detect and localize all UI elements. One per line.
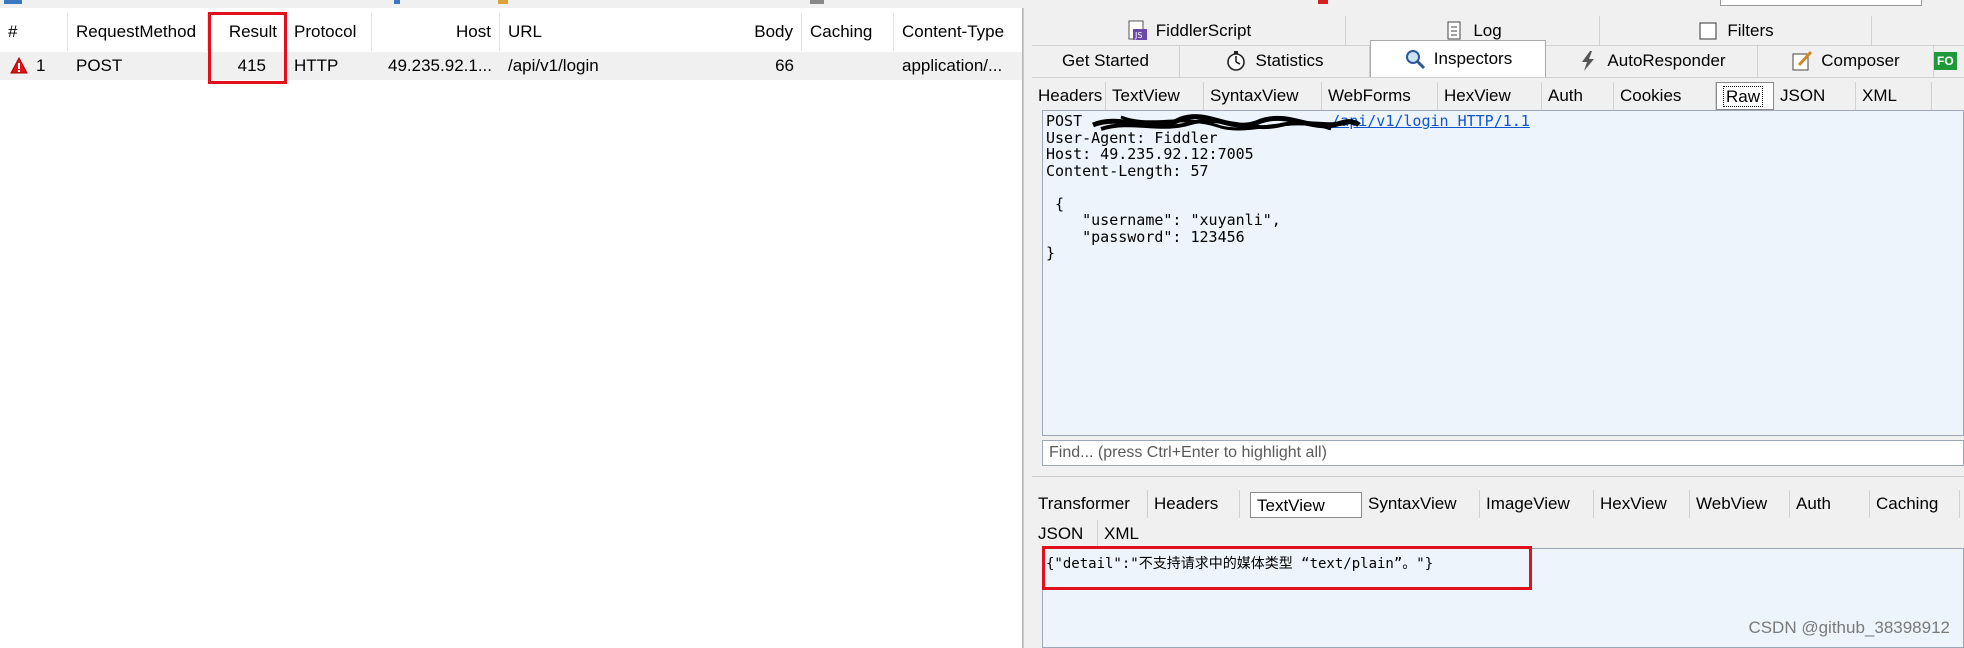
column-header-content-type[interactable]: Content-Type	[894, 13, 1022, 51]
tab-log-label: Log	[1473, 20, 1502, 40]
request-tab-hexview[interactable]: HexView	[1438, 82, 1542, 110]
request-raw-textarea[interactable]: POST /api/v1/login HTTP/1.1 User-Agent: …	[1042, 110, 1964, 436]
find-input[interactable]: Find... (press Ctrl+Enter to highlight a…	[1042, 440, 1964, 466]
request-tab-xml[interactable]: XML	[1856, 82, 1932, 110]
table-row[interactable]: 1 POST 415 HTTP 49.235.92.1... /api/v1/l…	[0, 52, 1022, 80]
request-tab-json[interactable]: JSON	[1774, 82, 1856, 110]
request-method: POST	[1046, 112, 1083, 130]
response-tab-caching[interactable]: Caching	[1870, 490, 1960, 518]
fo-badge-icon: FO	[1934, 52, 1957, 70]
response-tab-xml[interactable]: XML	[1098, 520, 1164, 548]
result-highlight-box	[208, 12, 287, 84]
response-tab-textview[interactable]: TextView	[1250, 492, 1362, 518]
redaction-scribble	[1092, 114, 1361, 131]
session-list-header: # RequestMethod Result Protocol Host URL…	[0, 13, 1022, 51]
inspector-pane: JS FiddlerScript Log Filters Get Started…	[1032, 8, 1964, 648]
response-inspector-tabs-row2: JSON XML	[1032, 520, 1964, 548]
column-header-host[interactable]: Host	[372, 13, 500, 51]
response-tab-json[interactable]: JSON	[1032, 520, 1098, 548]
request-body-line: {	[1046, 194, 1065, 213]
session-body: 66	[775, 56, 794, 75]
watermark: CSDN @github_38398912	[1748, 618, 1950, 637]
response-tab-headers[interactable]: Headers	[1148, 490, 1240, 518]
tab-filters-label: Filters	[1727, 20, 1774, 40]
session-host: 49.235.92.1...	[388, 56, 492, 75]
request-header-line: Host: 49.235.92.12:7005	[1046, 145, 1254, 163]
response-tab-hexview[interactable]: HexView	[1594, 490, 1690, 518]
response-highlight-box	[1042, 546, 1532, 590]
request-tab-auth[interactable]: Auth	[1542, 82, 1614, 110]
session-list: # RequestMethod Result Protocol Host URL…	[0, 8, 1023, 648]
fiddler-window: # RequestMethod Result Protocol Host URL…	[0, 0, 1964, 648]
warning-icon	[10, 57, 28, 74]
response-inspector-tabs: Transformer Headers TextView SyntaxView …	[1032, 490, 1964, 518]
tab-composer-label: Composer	[1821, 51, 1900, 70]
session-number: 1	[36, 56, 46, 75]
request-tab-cookies[interactable]: Cookies	[1614, 82, 1716, 110]
session-protocol: HTTP	[294, 56, 339, 75]
response-tab-syntaxview[interactable]: SyntaxView	[1362, 490, 1480, 518]
response-tab-transformer[interactable]: Transformer	[1032, 490, 1148, 518]
top-tab-row-2: Get Started Statistics Inspectors AutoRe…	[1032, 40, 1964, 78]
tab-statistics-label: Statistics	[1255, 51, 1324, 70]
tab-overflow[interactable]	[1872, 16, 1964, 45]
session-url: /api/v1/login	[508, 56, 599, 75]
response-tab-imageview[interactable]: ImageView	[1480, 490, 1594, 518]
request-tab-raw-label: Raw	[1723, 86, 1764, 107]
compose-icon	[1792, 50, 1813, 71]
response-tab-auth[interactable]: Auth	[1790, 490, 1870, 518]
log-icon	[1447, 21, 1461, 39]
column-header-number[interactable]: #	[0, 13, 68, 51]
request-header-line: Content-Length: 57	[1046, 161, 1209, 180]
column-header-body[interactable]: Body	[722, 13, 802, 51]
script-icon: JS	[1128, 20, 1147, 40]
request-tab-raw[interactable]: Raw	[1716, 82, 1774, 110]
request-tab-textview[interactable]: TextView	[1106, 82, 1204, 110]
request-body-line: }	[1046, 244, 1056, 262]
column-header-caching[interactable]: Caching	[802, 13, 894, 51]
request-body-line: "username": "xuyanli",	[1046, 211, 1281, 229]
tab-inspectors[interactable]: Inspectors	[1370, 40, 1546, 77]
tab-composer[interactable]: Composer	[1758, 45, 1934, 77]
tab-get-started[interactable]: Get Started	[1032, 45, 1180, 77]
checkbox-icon	[1699, 22, 1717, 39]
tab-get-started-label: Get Started	[1062, 51, 1149, 70]
response-tab-webview[interactable]: WebView	[1690, 490, 1790, 518]
request-tab-webforms[interactable]: WebForms	[1322, 82, 1438, 110]
request-body-line: "password": 123456	[1046, 227, 1245, 246]
session-content-type: application/...	[902, 56, 1003, 75]
tab-statistics[interactable]: Statistics	[1180, 45, 1370, 77]
tab-fiddlerscript-label: FiddlerScript	[1155, 20, 1252, 40]
column-header-request-method[interactable]: RequestMethod	[68, 13, 208, 51]
magnifier-icon	[1405, 50, 1425, 70]
lightning-icon	[1582, 51, 1595, 71]
svg-text:JS: JS	[1134, 31, 1142, 40]
session-method: POST	[76, 56, 123, 75]
column-header-protocol[interactable]: Protocol	[286, 13, 372, 51]
response-tab-cookies-partial[interactable]	[1960, 490, 1964, 518]
stopwatch-icon	[1227, 51, 1246, 71]
session-caching	[802, 52, 894, 80]
tab-inspectors-label: Inspectors	[1433, 49, 1513, 68]
request-tab-headers[interactable]: Headers	[1032, 82, 1106, 110]
tab-fiddler-orchestra[interactable]: FO	[1934, 45, 1964, 77]
tab-filters[interactable]: Filters	[1600, 16, 1872, 45]
request-inspector-tabs: Headers TextView SyntaxView WebForms Hex…	[1032, 82, 1964, 110]
tab-autoresponder-label: AutoResponder	[1607, 51, 1726, 70]
tab-autoresponder[interactable]: AutoResponder	[1546, 45, 1758, 77]
tab-fiddlerscript[interactable]: JS FiddlerScript	[1032, 16, 1346, 45]
horizontal-splitter[interactable]	[1032, 476, 1964, 483]
request-tab-syntaxview[interactable]: SyntaxView	[1204, 82, 1322, 110]
